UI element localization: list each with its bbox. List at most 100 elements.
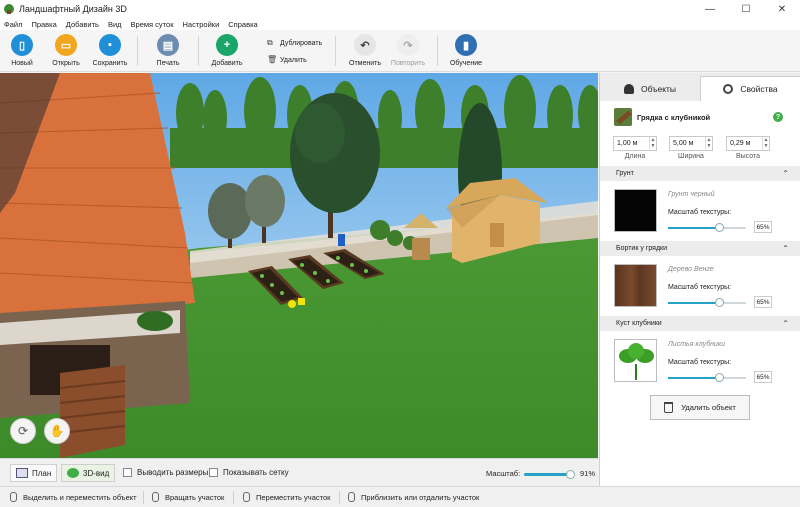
status-zoom: Приблизить или отдалить участок (348, 492, 479, 502)
add-label: Добавить (211, 60, 243, 67)
add-button[interactable]: + Добавить (206, 34, 248, 70)
camera-orbit-button[interactable]: ⟳ (10, 418, 36, 444)
status-pan: Переместить участок (243, 492, 330, 502)
open-button[interactable]: ▭ Открыть (45, 34, 87, 70)
strawberry-bush-section-body: Листья клубники Масштаб текстуры: 65% (600, 331, 800, 392)
status-separator (233, 491, 234, 504)
status-select-move: Выделить и переместить объект (10, 492, 137, 502)
panel-tabs: Объекты Свойства (600, 73, 800, 101)
checkbox-box[interactable] (123, 468, 132, 477)
trash-icon (664, 402, 674, 413)
texture-slider-handle[interactable] (714, 298, 724, 307)
menu-time-of-day[interactable]: Время суток (131, 20, 174, 29)
menu-edit[interactable]: Правка (31, 20, 56, 29)
pan-hand-button[interactable]: ✋ (44, 418, 70, 444)
undo-button[interactable]: ↶ Отменить (344, 34, 386, 70)
print-label: Печать (156, 60, 180, 67)
maximize-button[interactable]: ☐ (728, 0, 764, 18)
menu-settings[interactable]: Настройки (182, 20, 219, 29)
delete-label: Удалить (280, 56, 307, 64)
minimize-button[interactable]: — (692, 0, 728, 18)
undo-icon: ↶ (354, 34, 376, 56)
status-rotate: Вращать участок (152, 492, 224, 502)
menu-add[interactable]: Добавить (66, 20, 99, 29)
object-header: Грядка с клубникой ? (600, 104, 800, 130)
height-input[interactable]: 0,29 м ▲ ▼ (726, 136, 770, 151)
width-input[interactable]: 5,00 м ▲ ▼ (669, 136, 713, 151)
scene-3d-view[interactable]: ⟳ ✋ (0, 73, 598, 458)
tab-properties[interactable]: Свойства (700, 76, 800, 101)
strawberry-bush-section-header[interactable]: Куст клубники ⌃ (600, 316, 800, 331)
duplicate-button[interactable]: ⧉ Дублировать (267, 39, 322, 47)
soil-section-header[interactable]: Грунт ⌃ (600, 166, 800, 181)
new-button[interactable]: ▯ Новый (1, 34, 43, 70)
texture-slider-handle[interactable] (714, 373, 724, 382)
zoom-slider-handle[interactable] (565, 470, 575, 479)
length-spinner[interactable]: ▲ ▼ (649, 137, 656, 150)
show-sizes-checkbox[interactable]: Выводить размеры (123, 468, 208, 477)
texture-scale-slider[interactable] (668, 373, 746, 382)
height-spinner[interactable]: ▲ ▼ (762, 137, 769, 150)
width-field: 5,00 м ▲ ▼ Ширина (669, 136, 713, 160)
texture-slider-handle[interactable] (714, 223, 724, 232)
menu-file[interactable]: Файл (4, 20, 22, 29)
width-value: 5,00 м (673, 140, 694, 147)
mouse-middle-icon (243, 492, 250, 502)
menu-help[interactable]: Справка (228, 20, 257, 29)
zoom-slider[interactable] (524, 470, 575, 479)
redo-button[interactable]: ↷ Повторить (387, 34, 429, 70)
menu-bar: Файл Правка Добавить Вид Время суток Нас… (0, 18, 800, 30)
checkbox-box[interactable] (209, 468, 218, 477)
garden-scene[interactable] (0, 73, 598, 458)
show-sizes-label: Выводить размеры (137, 468, 209, 477)
zoom-label: Масштаб: (486, 469, 521, 478)
learn-button[interactable]: ▮ Обучение (445, 34, 487, 70)
material-swatch[interactable] (614, 189, 657, 232)
view-bar: План 3D-вид Выводить размеры Показывать … (0, 458, 598, 486)
chevron-up-icon[interactable]: ⌃ (782, 169, 789, 178)
texture-scale-slider[interactable] (668, 298, 746, 307)
menu-view[interactable]: Вид (108, 20, 122, 29)
orbit-icon: ⟳ (17, 424, 29, 438)
book-icon: ▮ (455, 34, 477, 56)
material-swatch[interactable] (614, 339, 657, 382)
texture-scale-value[interactable]: 65% (754, 371, 772, 383)
open-label: Открыть (52, 60, 80, 67)
status-pan-label: Переместить участок (256, 492, 331, 502)
material-swatch[interactable] (614, 264, 657, 307)
delete-toolbar-button[interactable]: 🗑 Удалить (267, 56, 307, 64)
texture-scale-label: Масштаб текстуры: (668, 209, 732, 216)
bed-border-section-header[interactable]: Бортик у грядки ⌃ (600, 241, 800, 256)
redo-icon: ↷ (397, 34, 419, 56)
3d-view-tab[interactable]: 3D-вид (61, 464, 116, 482)
soil-section: Грунт ⌃ Грунт черный Масштаб текстуры: 6… (600, 166, 800, 242)
tab-objects[interactable]: Объекты (600, 76, 700, 101)
texture-scale-slider[interactable] (668, 223, 746, 232)
3d-tree-icon (67, 468, 79, 478)
texture-scale-value[interactable]: 65% (754, 296, 772, 308)
length-input[interactable]: 1,00 м ▲ ▼ (613, 136, 657, 151)
duplicate-label: Дублировать (280, 39, 323, 47)
help-icon[interactable]: ? (773, 112, 783, 122)
folder-icon: ▭ (55, 34, 77, 56)
show-grid-checkbox[interactable]: Показывать сетку (209, 468, 289, 477)
status-separator (339, 491, 340, 504)
width-spinner[interactable]: ▲ ▼ (705, 137, 712, 150)
bed-border-section-body: Дерево Венге Масштаб текстуры: 65% (600, 256, 800, 317)
print-button[interactable]: ▤ Печать (147, 34, 189, 70)
width-label: Ширина (678, 153, 704, 160)
chevron-up-icon[interactable]: ⌃ (782, 244, 789, 253)
length-label: Длина (624, 153, 646, 160)
texture-scale-value[interactable]: 65% (754, 221, 772, 233)
object-name: Грядка с клубникой (637, 113, 711, 122)
close-button[interactable]: ✕ (764, 0, 800, 18)
texture-scale-label: Масштаб текстуры: (668, 359, 732, 366)
redo-label: Повторить (390, 60, 426, 67)
delete-object-button[interactable]: Удалить объект (650, 395, 750, 420)
section-title: Бортик у грядки (616, 245, 668, 252)
save-button[interactable]: ▪ Сохранить (89, 34, 131, 70)
status-bar: Выделить и переместить объект Вращать уч… (0, 486, 800, 507)
chevron-up-icon[interactable]: ⌃ (782, 319, 789, 328)
plan-view-tab[interactable]: План (10, 464, 58, 482)
zoom-slider-fill (524, 473, 570, 476)
